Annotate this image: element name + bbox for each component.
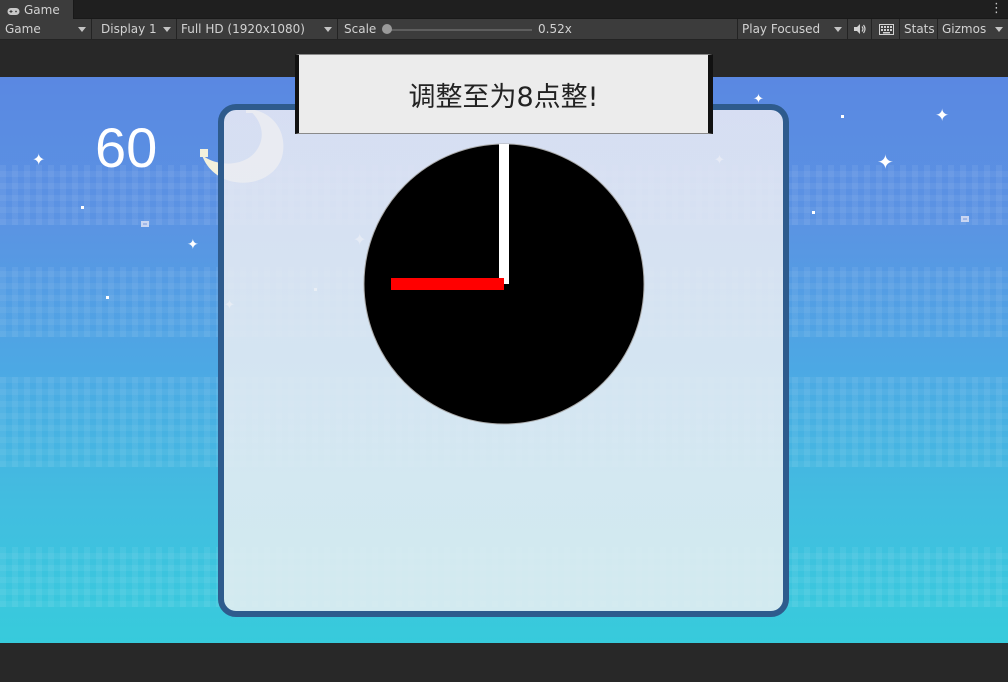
stats-button[interactable]: Stats xyxy=(899,19,938,39)
star-dot xyxy=(812,211,815,214)
more-options-icon[interactable]: ⋮ xyxy=(990,2,1003,16)
instruction-text: 调整至为8点整! xyxy=(408,81,599,113)
chevron-down-icon xyxy=(78,27,86,32)
countdown-timer: 60 xyxy=(95,116,158,179)
gamepad-icon xyxy=(7,5,20,15)
resolution-dropdown[interactable]: Full HD (1920x1080) xyxy=(176,19,338,39)
play-mode-dropdown[interactable]: Play Focused xyxy=(737,19,848,39)
scale-value: 0.52x xyxy=(538,22,572,36)
star-dot xyxy=(841,115,844,118)
mute-audio-button[interactable] xyxy=(848,19,872,39)
star-dot xyxy=(81,206,84,209)
chevron-down-icon xyxy=(163,27,171,32)
view-mode-label: Game xyxy=(5,22,41,36)
game-view-toolbar: Game Display 1 Full HD (1920x1080) Scale… xyxy=(0,19,1008,40)
gizmos-label: Gizmos xyxy=(942,22,987,36)
play-mode-label: Play Focused xyxy=(742,22,821,36)
unity-editor-window: Game ⋮ Game Display 1 Full HD (1920x1080… xyxy=(0,0,1008,682)
display-dropdown[interactable]: Display 1 xyxy=(96,19,177,39)
keyboard-icon xyxy=(878,23,894,35)
stats-label: Stats xyxy=(904,22,935,36)
game-tab-label: Game xyxy=(24,2,60,17)
star-icon: ✦ xyxy=(877,150,894,174)
star-icon: ✦ xyxy=(32,150,46,169)
chevron-down-icon xyxy=(324,27,332,32)
resolution-label: Full HD (1920x1080) xyxy=(181,22,305,36)
chevron-down-icon xyxy=(834,27,842,32)
gizmos-dropdown[interactable]: Gizmos xyxy=(937,19,1008,39)
pixel-star xyxy=(141,221,149,227)
scale-label: Scale xyxy=(344,22,377,36)
tab-bar: Game ⋮ xyxy=(0,0,1008,19)
speaker-icon xyxy=(853,24,866,34)
clock[interactable] xyxy=(363,143,645,425)
view-mode-dropdown[interactable]: Game xyxy=(0,19,92,39)
star-icon: ✦ xyxy=(935,106,950,126)
shortcut-keyboard-button[interactable] xyxy=(873,19,900,39)
game-tab[interactable]: Game xyxy=(0,0,74,19)
star-dot xyxy=(106,296,109,299)
star-icon: ✦ xyxy=(187,237,199,253)
scale-slider-track[interactable] xyxy=(384,29,532,31)
chevron-down-icon xyxy=(995,27,1003,32)
pixel-star xyxy=(961,216,969,222)
hour-hand[interactable] xyxy=(391,278,504,290)
instruction-banner: 调整至为8点整! xyxy=(295,54,713,134)
minute-hand[interactable] xyxy=(499,144,509,284)
display-label: Display 1 xyxy=(101,22,157,36)
scale-slider-handle[interactable] xyxy=(382,24,392,34)
